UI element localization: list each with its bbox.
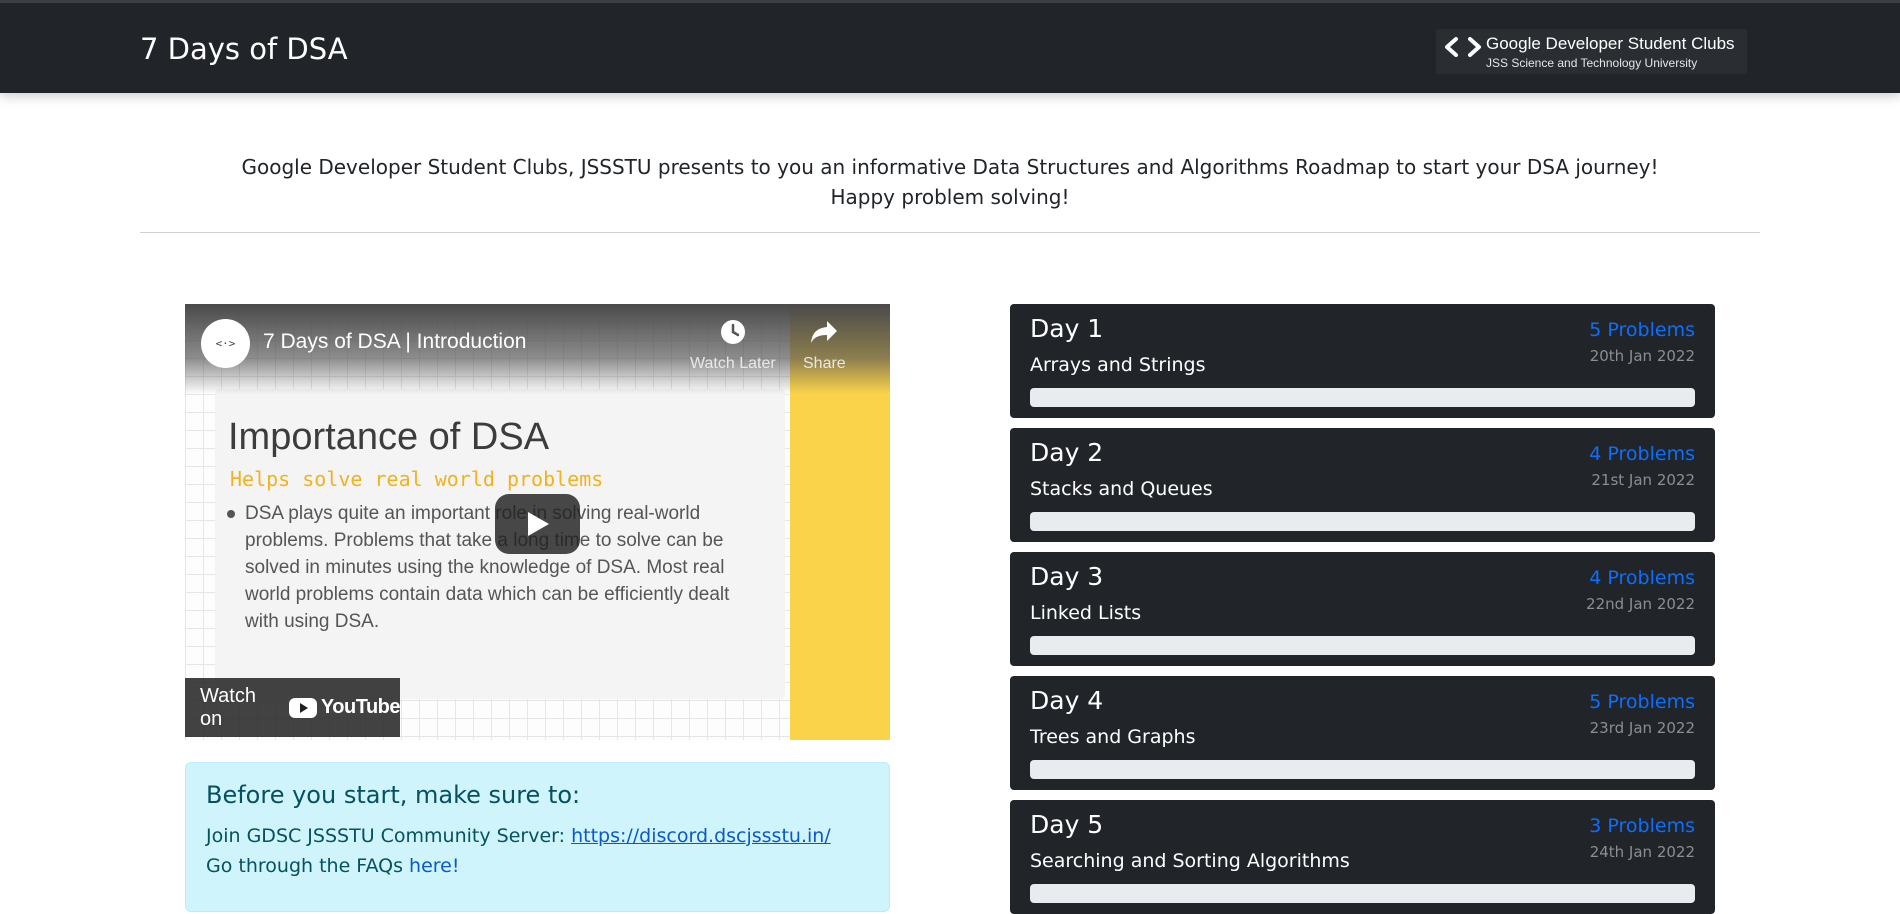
day-card-4[interactable]: Day 4 Trees and Graphs 5 Problems 23rd J… xyxy=(1010,676,1715,790)
watch-on-label: Watch on xyxy=(200,684,256,730)
day-progress-bar xyxy=(1030,512,1695,531)
faq-text: Go through the FAQs xyxy=(206,855,410,877)
gdsc-logo-name: Google Developer Student Clubs xyxy=(1486,34,1735,53)
day-topic: Stacks and Queues xyxy=(1030,478,1213,500)
watch-on-youtube-button[interactable]: Watch on YouTube xyxy=(185,678,401,737)
clock-icon xyxy=(720,320,745,344)
day-date: 24th Jan 2022 xyxy=(1589,843,1695,861)
channel-avatar[interactable]: <·> xyxy=(201,319,250,368)
day-topic: Trees and Graphs xyxy=(1030,726,1196,748)
day-progress-bar xyxy=(1030,636,1695,655)
bullet-icon xyxy=(227,510,235,518)
youtube-icon xyxy=(288,697,317,718)
day-topic: Arrays and Strings xyxy=(1030,354,1206,376)
day-title: Day 2 xyxy=(1030,438,1104,467)
video-title[interactable]: 7 Days of DSA | Introduction xyxy=(263,330,526,354)
share-label: Share xyxy=(803,355,846,372)
gdsc-logo[interactable]: Google Developer Student Clubs JSS Scien… xyxy=(1436,29,1747,74)
discord-link[interactable]: https://discord.dscjssstu.in/ xyxy=(571,825,831,847)
slide-heading: Importance of DSA xyxy=(228,416,550,458)
day-progress-bar xyxy=(1030,760,1695,779)
day-card-2[interactable]: Day 2 Stacks and Queues 4 Problems 21st … xyxy=(1010,428,1715,542)
problem-count-link[interactable]: 5 Problems xyxy=(1589,691,1695,713)
section-divider xyxy=(140,232,1760,233)
faq-line: Go through the FAQs here! xyxy=(206,855,459,877)
navbar: 7 Days of DSA Google Developer Student C… xyxy=(0,0,1900,93)
intro-text: Google Developer Student Clubs, JSSSTU p… xyxy=(140,152,1760,212)
watch-later-label: Watch Later xyxy=(690,355,776,372)
play-icon xyxy=(527,512,549,536)
youtube-wordmark: YouTube xyxy=(320,696,401,718)
gdsc-logo-university: JSS Science and Technology University xyxy=(1486,56,1698,70)
day-topic: Searching and Sorting Algorithms xyxy=(1030,850,1350,872)
day-date: 23rd Jan 2022 xyxy=(1589,719,1695,737)
before-you-start-alert: Before you start, make sure to: Join GDS… xyxy=(185,762,890,912)
youtube-logo: YouTube xyxy=(288,696,401,719)
problem-count-link[interactable]: 5 Problems xyxy=(1589,319,1695,341)
day-date: 22nd Jan 2022 xyxy=(1586,595,1695,613)
slide-subheading: Helps solve real world problems xyxy=(230,467,604,491)
join-server-line: Join GDSC JSSSTU Community Server: https… xyxy=(206,825,831,847)
intro-line-1: Google Developer Student Clubs, JSSSTU p… xyxy=(241,155,1659,179)
youtube-embed[interactable]: Importance of DSA Helps solve real world… xyxy=(185,304,890,740)
site-brand[interactable]: 7 Days of DSA xyxy=(140,31,348,67)
day-date: 21st Jan 2022 xyxy=(1591,471,1695,489)
day-card-3[interactable]: Day 3 Linked Lists 4 Problems 22nd Jan 2… xyxy=(1010,552,1715,666)
day-topic: Linked Lists xyxy=(1030,602,1142,624)
day-title: Day 4 xyxy=(1030,686,1104,715)
faq-link[interactable]: here! xyxy=(409,855,459,877)
share-icon xyxy=(811,321,838,343)
day-title: Day 5 xyxy=(1030,810,1104,839)
share-button[interactable]: Share xyxy=(803,318,846,373)
day-title: Day 1 xyxy=(1030,314,1104,343)
day-title: Day 3 xyxy=(1030,562,1104,591)
day-date: 20th Jan 2022 xyxy=(1589,347,1695,365)
day-card-1[interactable]: Day 1 Arrays and Strings 5 Problems 20th… xyxy=(1010,304,1715,418)
intro-line-2: Happy problem solving! xyxy=(830,185,1070,209)
alert-title: Before you start, make sure to: xyxy=(206,781,581,809)
gdsc-brackets-icon xyxy=(1445,37,1481,57)
problem-count-link[interactable]: 4 Problems xyxy=(1589,443,1695,465)
problem-count-link[interactable]: 4 Problems xyxy=(1589,567,1695,589)
join-server-text: Join GDSC JSSSTU Community Server: xyxy=(206,825,572,847)
watch-later-button[interactable]: Watch Later xyxy=(690,318,776,373)
play-button[interactable] xyxy=(495,494,580,554)
day-card-5[interactable]: Day 5 Searching and Sorting Algorithms 3… xyxy=(1010,800,1715,914)
problem-count-link[interactable]: 3 Problems xyxy=(1589,815,1695,837)
day-progress-bar xyxy=(1030,388,1695,407)
